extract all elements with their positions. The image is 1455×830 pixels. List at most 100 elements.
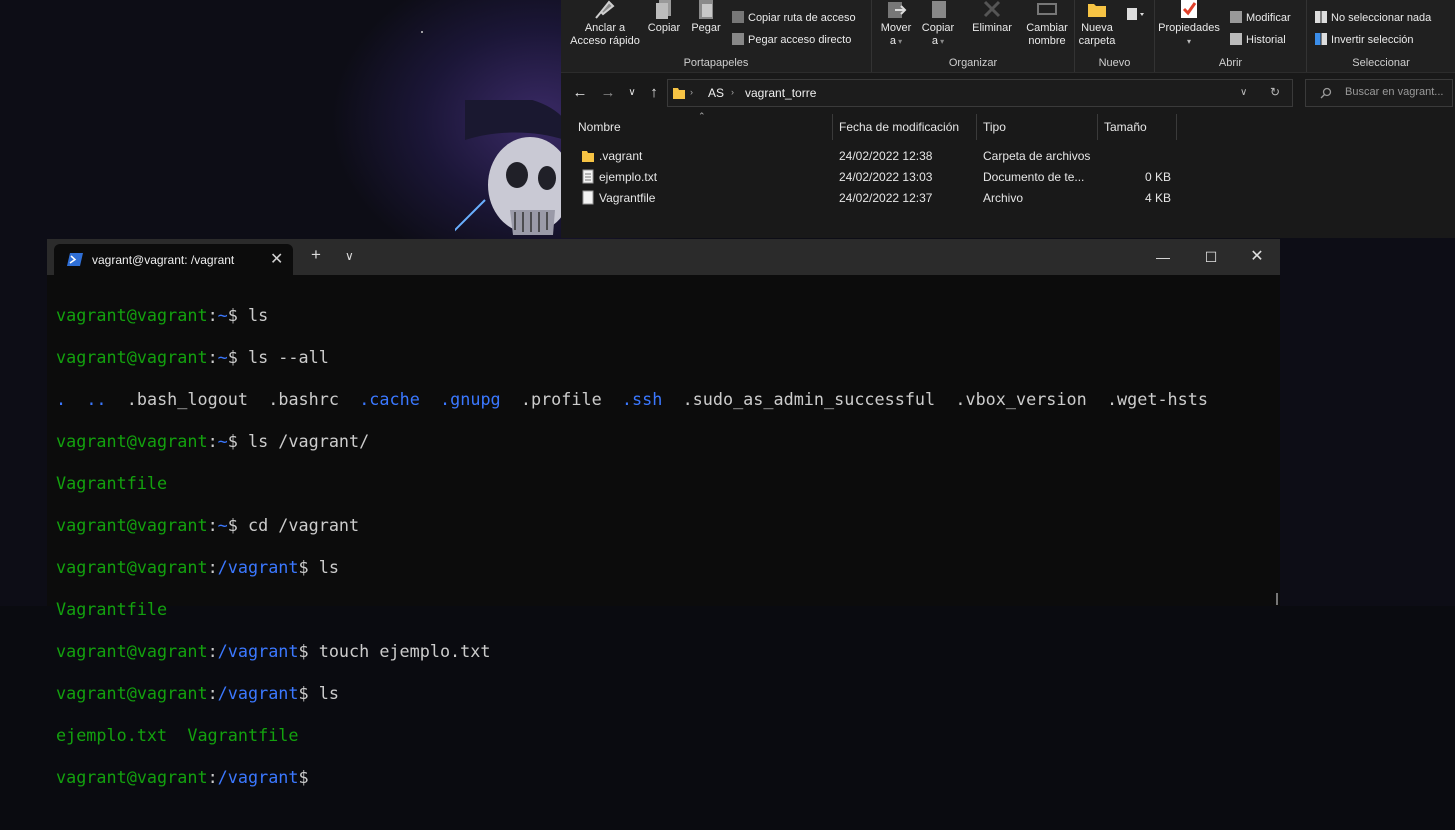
modify-button[interactable]: Modificar (1230, 11, 1291, 24)
prompt-path: ~ (217, 305, 228, 325)
address-bar[interactable]: › AS › vagrant_torre ∨ ↻ (667, 79, 1293, 107)
select-none-button[interactable]: No seleccionar nada (1315, 11, 1431, 24)
prompt-path: ~ (217, 347, 228, 367)
column-modified[interactable]: Fecha de modificación (839, 120, 959, 134)
command-text: ls (237, 305, 269, 325)
terminal-line: vagrant@vagrant:/vagrant$ (56, 767, 309, 787)
copy-label: Copiar (647, 22, 681, 34)
file-row[interactable]: Vagrantfile 24/02/2022 12:37 Archivo 4 K… (561, 188, 1455, 209)
file-modified: 24/02/2022 12:38 (839, 149, 933, 163)
search-box[interactable]: Buscar en vagrant... (1305, 79, 1453, 107)
copy-to-label-1: Copiar (921, 22, 955, 34)
tab-dropdown-icon[interactable]: ∨ (345, 249, 354, 263)
ribbon-group-new: Nueva carpeta Nuevo (1075, 0, 1155, 72)
tab-close-icon[interactable]: ✕ (270, 249, 283, 269)
file-row[interactable]: .vagrant 24/02/2022 12:38 Carpeta de arc… (561, 146, 1455, 167)
column-size[interactable]: Tamaño (1104, 120, 1147, 134)
new-item-button[interactable] (1123, 6, 1147, 26)
copy-button[interactable]: Copiar (645, 0, 683, 35)
column-divider[interactable] (1097, 114, 1098, 140)
file-name: .vagrant (599, 149, 643, 163)
file-type: Carpeta de archivos (983, 149, 1091, 163)
recent-locations-button[interactable]: ∨ (623, 84, 641, 102)
terminal-titlebar[interactable]: vagrant@vagrant: /vagrant ✕ + ∨ — ☐ ✕ (47, 239, 1280, 275)
prompt-user: vagrant@vagrant (56, 431, 208, 451)
file-size: 4 KB (1145, 191, 1172, 205)
paste-icon (699, 0, 713, 19)
invert-selection-button[interactable]: Invertir selección (1315, 33, 1414, 46)
delete-button[interactable]: Eliminar (968, 0, 1016, 35)
file-list-header: ⌃ Nombre Fecha de modificación Tipo Tama… (561, 111, 1455, 140)
up-button[interactable]: ↑ (645, 84, 663, 102)
column-name[interactable]: Nombre (578, 120, 621, 134)
file-entry: .bashrc (268, 389, 339, 409)
paste-shortcut-button[interactable]: Pegar acceso directo (732, 33, 851, 46)
file-entry: .vbox_version (955, 389, 1087, 409)
history-button[interactable]: Historial (1230, 33, 1286, 46)
new-group-title: Nuevo (1098, 57, 1131, 69)
wallpaper-star (421, 31, 423, 33)
history-label: Historial (1246, 34, 1286, 46)
new-folder-label-2: carpeta (1078, 35, 1116, 47)
copy-path-icon (732, 11, 744, 23)
history-icon (1230, 33, 1242, 45)
terminal-output[interactable]: vagrant@vagrant:~$ ls vagrant@vagrant:~$… (56, 284, 1266, 787)
ribbon-group-organize: Mover a ▾ Copiar a ▾ Eliminar Cambiar no… (872, 0, 1075, 72)
prompt-user: vagrant@vagrant (56, 305, 208, 325)
properties-label: Propiedades (1158, 22, 1220, 34)
maximize-icon[interactable]: ☐ (1188, 245, 1234, 269)
prompt-path: ~ (217, 431, 228, 451)
chevron-down-icon: ∨ (628, 87, 636, 98)
prompt-path: /vagrant (217, 767, 299, 787)
file-name: Vagrantfile (599, 191, 656, 205)
column-divider[interactable] (1176, 114, 1177, 140)
file-explorer-window: Anclar a Acceso rápido Copiar Pegar Copi… (561, 0, 1455, 238)
new-tab-icon[interactable]: + (311, 245, 321, 265)
terminal-line: vagrant@vagrant:/vagrant$ ls (56, 683, 339, 703)
terminal-line: Vagrantfile (56, 599, 1266, 620)
terminal-scrollbar[interactable] (1276, 593, 1278, 605)
close-icon[interactable]: ✕ (1234, 245, 1280, 269)
refresh-icon[interactable]: ↻ (1270, 85, 1280, 99)
paste-label: Pegar (691, 22, 721, 34)
move-label-1: Mover (880, 22, 912, 34)
forward-button[interactable]: → (599, 84, 617, 102)
move-to-button[interactable]: Mover a ▾ (876, 0, 916, 48)
terminal-tab[interactable]: vagrant@vagrant: /vagrant ✕ (54, 244, 293, 275)
address-dropdown-icon[interactable]: ∨ (1240, 87, 1247, 98)
terminal-line: vagrant@vagrant:~$ ls --all (56, 347, 329, 367)
back-arrow-icon: ← (572, 84, 588, 101)
file-row[interactable]: ejemplo.txt 24/02/2022 13:03 Documento d… (561, 167, 1455, 188)
clipboard-group-title: Portapapeles (683, 57, 749, 69)
new-folder-label-1: Nueva (1081, 22, 1113, 34)
column-divider[interactable] (832, 114, 833, 140)
ribbon-group-select: No seleccionar nada Invertir selección S… (1307, 0, 1455, 72)
column-type[interactable]: Tipo (983, 120, 1006, 134)
open-group-title: Abrir (1218, 57, 1243, 69)
breadcrumb-as[interactable]: AS (708, 86, 724, 100)
command-text: cd /vagrant (237, 515, 360, 535)
dir-entry: . (56, 389, 67, 409)
minimize-icon[interactable]: — (1140, 245, 1186, 269)
new-folder-button[interactable]: Nueva carpeta (1077, 0, 1117, 48)
terminal-line: vagrant@vagrant:~$ ls /vagrant/ (56, 431, 370, 451)
prompt-path: /vagrant (217, 641, 299, 661)
breadcrumb-vagrant-torre[interactable]: vagrant_torre (745, 86, 816, 100)
column-divider[interactable] (976, 114, 977, 140)
copy-path-button[interactable]: Copiar ruta de acceso (732, 11, 856, 24)
search-placeholder: Buscar en vagrant... (1345, 86, 1444, 98)
rename-icon (1037, 3, 1057, 15)
copy-icon (656, 0, 671, 19)
address-row: ← → ∨ ↑ › AS › vagrant_torre ∨ ↻ Buscar … (561, 78, 1455, 108)
back-button[interactable]: ← (571, 84, 589, 102)
paste-button[interactable]: Pegar (687, 0, 725, 35)
properties-button[interactable]: Propiedades ▾ (1155, 0, 1223, 48)
rename-button[interactable]: Cambiar nombre (1022, 0, 1072, 48)
file-name: ejemplo.txt (599, 170, 658, 184)
terminal-line: vagrant@vagrant:/vagrant$ touch ejemplo.… (56, 641, 491, 661)
copy-to-button[interactable]: Copiar a ▾ (918, 0, 958, 48)
command-text: touch ejemplo.txt (308, 641, 491, 661)
prompt-path: /vagrant (217, 683, 299, 703)
pin-quick-access-button[interactable]: Anclar a Acceso rápido (567, 0, 643, 48)
paste-shortcut-label: Pegar acceso directo (748, 34, 852, 46)
